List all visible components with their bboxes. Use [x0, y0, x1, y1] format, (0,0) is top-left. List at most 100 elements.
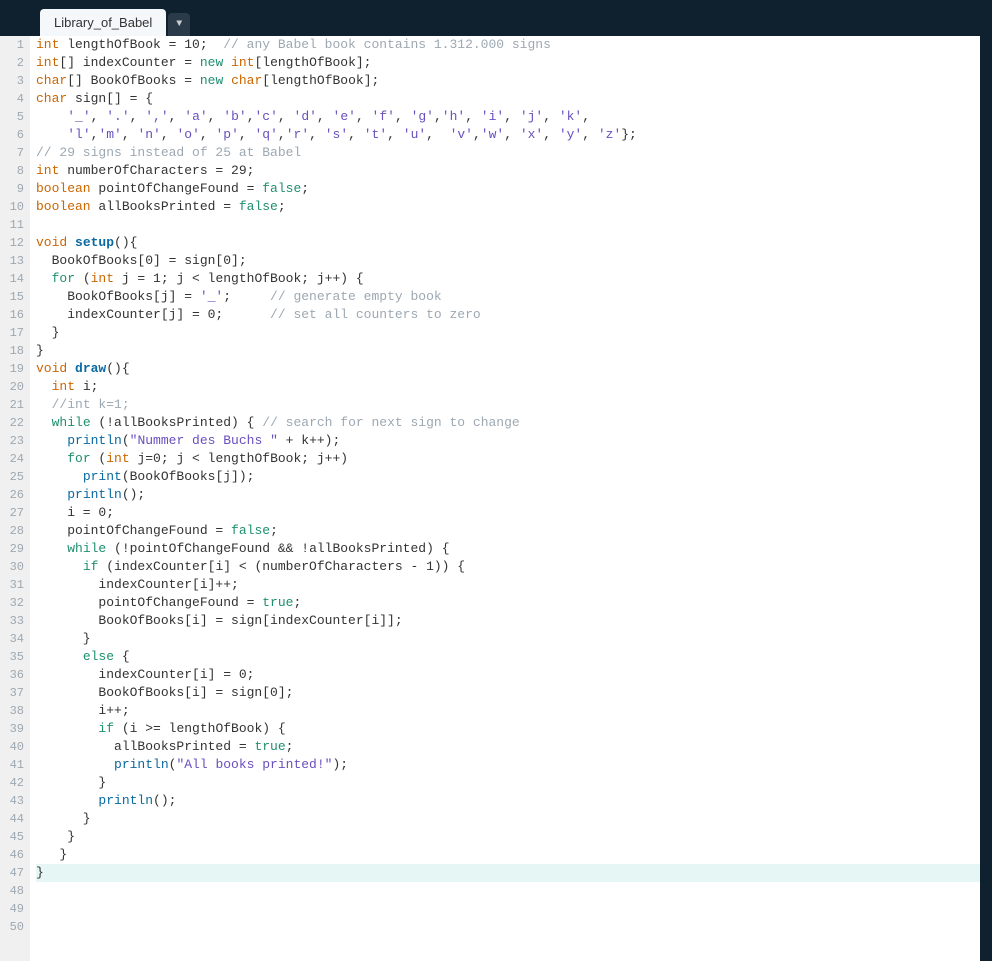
line-number-gutter: 1234567891011121314151617181920212223242…	[0, 36, 30, 961]
line-number: 10	[4, 198, 24, 216]
code-line[interactable]: void setup(){	[36, 234, 980, 252]
code-line[interactable]: indexCounter[i] = 0;	[36, 666, 980, 684]
code-line[interactable]: // 29 signs instead of 25 at Babel	[36, 144, 980, 162]
code-line[interactable]: boolean allBooksPrinted = false;	[36, 198, 980, 216]
line-number: 36	[4, 666, 24, 684]
token-plain: );	[332, 757, 348, 772]
token-char: 'h'	[442, 109, 465, 124]
code-line[interactable]: print(BookOfBooks[j]);	[36, 468, 980, 486]
line-number: 20	[4, 378, 24, 396]
token-plain: ,	[247, 109, 255, 124]
code-line[interactable]: pointOfChangeFound = false;	[36, 522, 980, 540]
tab-file[interactable]: Library_of_Babel	[40, 9, 166, 36]
code-line[interactable]: indexCounter[j] = 0; // set all counters…	[36, 306, 980, 324]
line-number: 2	[4, 54, 24, 72]
code-line[interactable]: }	[36, 324, 980, 342]
token-plain	[36, 433, 67, 448]
code-line[interactable]: '_', '.', ',', 'a', 'b','c', 'd', 'e', '…	[36, 108, 980, 126]
token-type: void	[36, 235, 67, 250]
line-number: 44	[4, 810, 24, 828]
token-plain: ,	[278, 127, 286, 142]
token-char: 'd'	[294, 109, 317, 124]
code-line[interactable]: boolean pointOfChangeFound = false;	[36, 180, 980, 198]
code-line[interactable]: if (i >= lengthOfBook) {	[36, 720, 980, 738]
editor-area[interactable]: 1234567891011121314151617181920212223242…	[0, 36, 992, 961]
editor-window: Library_of_Babel ▼ 123456789101112131415…	[0, 0, 992, 961]
code-line[interactable]: println("Nummer des Buchs " + k++);	[36, 432, 980, 450]
code-line[interactable]: }	[36, 846, 980, 864]
code-line[interactable]: char sign[] = {	[36, 90, 980, 108]
code-line[interactable]: }	[36, 864, 980, 882]
code-line[interactable]	[36, 918, 980, 936]
token-plain	[36, 397, 52, 412]
code-line[interactable]: int i;	[36, 378, 980, 396]
line-number: 4	[4, 90, 24, 108]
token-plain: lengthOfBook = 10;	[59, 37, 223, 52]
code-line[interactable]	[36, 216, 980, 234]
token-char: 'a'	[184, 109, 207, 124]
code-line[interactable]: BookOfBooks[j] = '_'; // generate empty …	[36, 288, 980, 306]
code-line[interactable]: }	[36, 342, 980, 360]
line-number: 9	[4, 180, 24, 198]
token-plain: ,	[504, 127, 520, 142]
line-number: 32	[4, 594, 24, 612]
code-line[interactable]: else {	[36, 648, 980, 666]
token-plain	[36, 451, 67, 466]
token-plain	[67, 361, 75, 376]
token-plain	[36, 541, 67, 556]
line-number: 16	[4, 306, 24, 324]
code-line[interactable]	[36, 900, 980, 918]
code-line[interactable]: BookOfBooks[i] = sign[0];	[36, 684, 980, 702]
token-keyword: while	[67, 541, 106, 556]
code-line[interactable]: }	[36, 828, 980, 846]
token-plain	[36, 487, 67, 502]
code-line[interactable]: pointOfChangeFound = true;	[36, 594, 980, 612]
code-line[interactable]: for (int j=0; j < lengthOfBook; j++)	[36, 450, 980, 468]
code-line[interactable]: }	[36, 774, 980, 792]
token-type: char	[36, 91, 67, 106]
code-line[interactable]: void draw(){	[36, 360, 980, 378]
code-line[interactable]: //int k=1;	[36, 396, 980, 414]
token-plain: ,	[239, 127, 255, 142]
code-line[interactable]: int lengthOfBook = 10; // any Babel book…	[36, 36, 980, 54]
line-number: 33	[4, 612, 24, 630]
code-line[interactable]: while (!allBooksPrinted) { // search for…	[36, 414, 980, 432]
token-comment: // any Babel book contains 1.312.000 sig…	[223, 37, 551, 52]
code-line[interactable]: i = 0;	[36, 504, 980, 522]
code-line[interactable]: allBooksPrinted = true;	[36, 738, 980, 756]
code-line[interactable]: BookOfBooks[i] = sign[indexCounter[i]];	[36, 612, 980, 630]
code-line[interactable]: println("All books printed!");	[36, 756, 980, 774]
code-line[interactable]: }	[36, 810, 980, 828]
code-line[interactable]: int[] indexCounter = new int[lengthOfBoo…	[36, 54, 980, 72]
code-line[interactable]: indexCounter[i]++;	[36, 576, 980, 594]
token-builtin: println	[67, 487, 122, 502]
token-builtin: println	[67, 433, 122, 448]
code-line[interactable]: int numberOfCharacters = 29;	[36, 162, 980, 180]
code-pane[interactable]: int lengthOfBook = 10; // any Babel book…	[30, 36, 980, 961]
code-line[interactable]: for (int j = 1; j < lengthOfBook; j++) {	[36, 270, 980, 288]
code-line[interactable]: 'l','m', 'n', 'o', 'p', 'q','r', 's', 't…	[36, 126, 980, 144]
token-plain	[36, 649, 83, 664]
token-plain: (	[91, 451, 107, 466]
code-line[interactable]: println();	[36, 792, 980, 810]
token-plain	[36, 559, 83, 574]
tab-dropdown-button[interactable]: ▼	[168, 13, 190, 36]
token-comment: // set all counters to zero	[270, 307, 481, 322]
token-char: 'u'	[403, 127, 426, 142]
token-char: 'l'	[67, 127, 90, 142]
code-line[interactable]: i++;	[36, 702, 980, 720]
token-plain: + k++);	[278, 433, 340, 448]
code-line[interactable]: BookOfBooks[0] = sign[0];	[36, 252, 980, 270]
code-line[interactable]: char[] BookOfBooks = new char[lengthOfBo…	[36, 72, 980, 90]
token-plain: pointOfChangeFound =	[36, 595, 262, 610]
code-line[interactable]: while (!pointOfChangeFound && !allBooksP…	[36, 540, 980, 558]
token-plain: ();	[153, 793, 176, 808]
token-char: 'j'	[520, 109, 543, 124]
token-string: "Nummer des Buchs "	[130, 433, 278, 448]
code-line[interactable]: }	[36, 630, 980, 648]
token-type: int	[106, 451, 129, 466]
code-line[interactable]	[36, 882, 980, 900]
code-line[interactable]: println();	[36, 486, 980, 504]
code-line[interactable]: if (indexCounter[i] < (numberOfCharacter…	[36, 558, 980, 576]
token-plain: ;	[293, 595, 301, 610]
